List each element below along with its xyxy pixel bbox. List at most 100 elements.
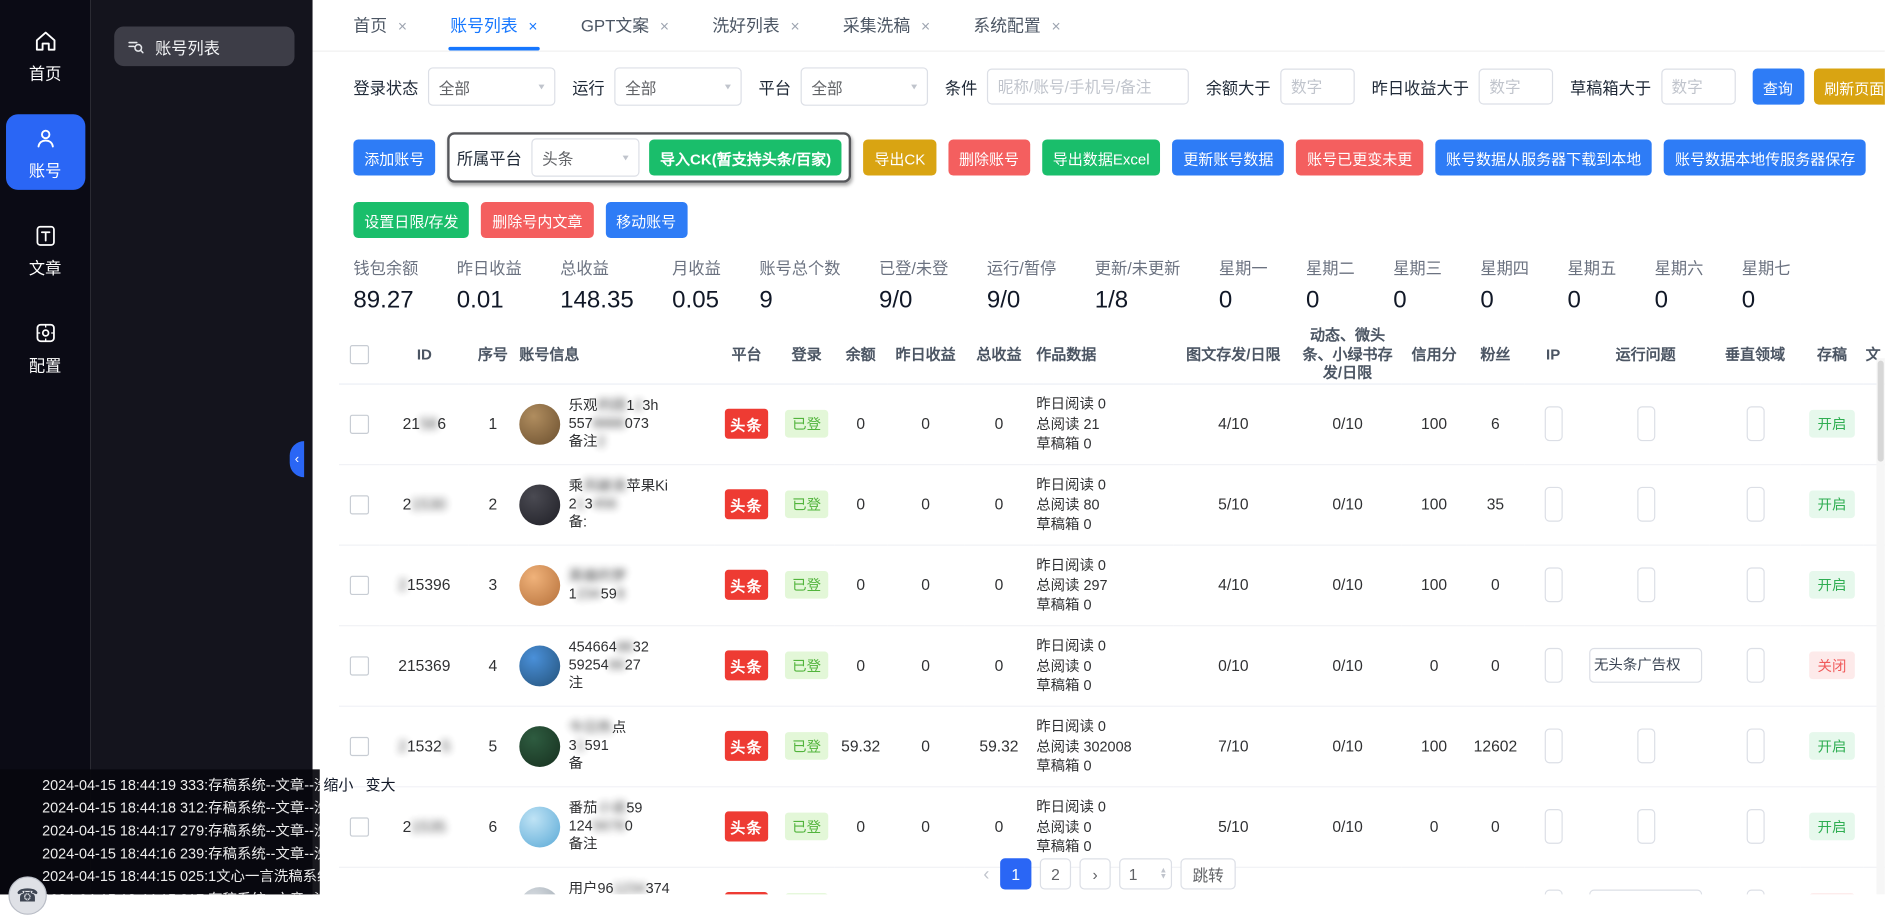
sidebar-item-home[interactable]: 首页 <box>5 17 84 93</box>
account-changed-button[interactable]: 账号已更变未更 <box>1296 139 1423 175</box>
row-checkbox[interactable] <box>350 737 369 756</box>
text-segment: 59254 <box>569 657 609 674</box>
row-checkbox[interactable] <box>350 495 369 514</box>
store-toggle[interactable]: 开启 <box>1809 813 1855 841</box>
store-toggle[interactable]: 关闭 <box>1809 652 1855 680</box>
vertical-field-input[interactable] <box>1746 648 1764 683</box>
store-toggle[interactable]: 开启 <box>1809 491 1855 519</box>
text-segment: 苹果Ki <box>626 478 668 495</box>
tab-gpt-copy[interactable]: GPT文案× <box>581 0 669 50</box>
prev-page-button[interactable]: ‹ <box>981 864 992 884</box>
sidebar: 首页账号文章配置 <box>0 0 90 894</box>
run-issue-input[interactable]: 无头条广告权 <box>1589 648 1702 683</box>
download-from-server-button[interactable]: 账号数据从服务器下载到本地 <box>1435 139 1652 175</box>
account-info: 用户9612343742799876580备注: <box>519 880 711 894</box>
stat-value: 0 <box>1219 287 1268 315</box>
row-checkbox[interactable] <box>350 817 369 836</box>
cell-balance: 0 <box>834 626 887 707</box>
vertical-field-input[interactable] <box>1746 487 1764 522</box>
vertical-field-input[interactable] <box>1746 568 1764 603</box>
platform-select[interactable]: 全部▾ <box>801 67 928 105</box>
upload-to-server-button[interactable]: 账号数据本地传服务器保存 <box>1664 139 1866 175</box>
export-excel-button[interactable]: 导出数据Excel <box>1042 139 1161 175</box>
tab-collect-wash[interactable]: 采集洗稿× <box>843 0 930 50</box>
row-checkbox[interactable] <box>350 415 369 434</box>
text-segment: 1 <box>569 585 577 602</box>
ip-input[interactable] <box>1544 568 1562 603</box>
column-header: 运行问题 <box>1582 327 1709 384</box>
close-icon[interactable]: × <box>660 16 669 34</box>
tab-bar: 首页× 账号列表× GPT文案× 洗好列表× 采集洗稿× 系统配置× <box>313 0 1885 52</box>
float-contact-button[interactable]: ☎ <box>8 876 46 914</box>
log-line: 2024-04-15 18:44:16 239:存稿系统--文章--洗好列表没 <box>42 843 320 866</box>
run-issue-input[interactable] <box>1637 487 1655 522</box>
owner-platform-select[interactable]: 头条▾ <box>531 138 639 176</box>
update-account-data-button[interactable]: 更新账号数据 <box>1172 139 1284 175</box>
run-issue-input[interactable] <box>1637 729 1655 764</box>
scrollbar-thumb[interactable] <box>1878 361 1884 462</box>
draft-gt-input[interactable] <box>1661 69 1736 105</box>
vertical-field-input[interactable] <box>1746 809 1764 844</box>
ip-input[interactable] <box>1544 809 1562 844</box>
import-ck-button[interactable]: 导入CK(暂支持头条/百家) <box>649 139 842 175</box>
sidebar-item-account[interactable]: 账号 <box>5 114 84 190</box>
query-button[interactable]: 查询 <box>1752 69 1804 105</box>
tab-home[interactable]: 首页× <box>353 0 407 50</box>
sidebar-item-config[interactable]: 配置 <box>5 309 84 385</box>
row-checkbox[interactable] <box>350 656 369 675</box>
add-account-button[interactable]: 添加账号 <box>353 139 435 175</box>
page-jump-box[interactable]: 1 ▲▼ <box>1119 858 1172 889</box>
cell-works-data: 昨日阅读 0总阅读 80草稿箱 0 <box>1034 464 1173 545</box>
tab-washed-list[interactable]: 洗好列表× <box>712 0 799 50</box>
refresh-page-button[interactable]: 刷新页面 <box>1813 69 1885 105</box>
delete-account-articles-button[interactable]: 删除号内文章 <box>481 202 593 238</box>
stat-item: 月收益0.05 <box>672 255 721 315</box>
next-page-button[interactable]: › <box>1079 858 1110 889</box>
run-select[interactable]: 全部▾ <box>614 67 741 105</box>
tab-system-config[interactable]: 系统配置× <box>973 0 1060 50</box>
run-issue-input[interactable] <box>1637 407 1655 442</box>
balance-gt-input[interactable] <box>1280 69 1355 105</box>
store-toggle[interactable]: 开启 <box>1809 571 1855 599</box>
set-daily-limit-button[interactable]: 设置日限/存发 <box>353 202 469 238</box>
store-toggle[interactable]: 开启 <box>1809 733 1855 761</box>
stat-item: 昨日收益0.01 <box>457 255 522 315</box>
login-status-label: 登录状态 <box>353 75 418 99</box>
vertical-field-input[interactable] <box>1746 407 1764 442</box>
vertical-scrollbar[interactable] <box>1876 358 1884 894</box>
run-issue-input[interactable] <box>1637 568 1655 603</box>
platform-badge-toutiao: 头条 <box>725 490 767 520</box>
ip-input[interactable] <box>1544 487 1562 522</box>
spinner-icons[interactable]: ▲▼ <box>1160 867 1168 880</box>
sidebar-item-article[interactable]: 文章 <box>5 212 84 288</box>
zoom-in-button[interactable]: 变大 <box>365 772 395 795</box>
condition-input[interactable] <box>987 69 1189 105</box>
ip-input[interactable] <box>1544 407 1562 442</box>
select-all-checkbox[interactable] <box>350 346 369 365</box>
store-toggle[interactable]: 开启 <box>1809 410 1855 438</box>
close-icon[interactable]: × <box>1052 16 1061 34</box>
panel-search[interactable]: 账号列表 <box>114 26 294 66</box>
zoom-out-button[interactable]: 缩小 <box>323 772 353 795</box>
stat-label: 总收益 <box>560 255 634 279</box>
row-checkbox[interactable] <box>350 576 369 595</box>
login-status-select[interactable]: 全部▾ <box>428 67 555 105</box>
panel-collapse-handle[interactable]: ‹ <box>290 441 304 477</box>
close-icon[interactable]: × <box>398 16 407 34</box>
vertical-field-input[interactable] <box>1746 729 1764 764</box>
close-icon[interactable]: × <box>790 16 799 34</box>
text-segment: 215369 <box>398 657 450 675</box>
move-account-button[interactable]: 移动账号 <box>605 202 687 238</box>
close-icon[interactable]: × <box>921 16 930 34</box>
page-button-1[interactable]: 1 <box>1000 858 1031 889</box>
delete-account-button[interactable]: 删除账号 <box>948 139 1030 175</box>
export-ck-button[interactable]: 导出CK <box>864 139 937 175</box>
close-icon[interactable]: × <box>528 16 537 34</box>
yesterday-gt-input[interactable] <box>1479 69 1554 105</box>
run-issue-input[interactable] <box>1637 809 1655 844</box>
ip-input[interactable] <box>1544 729 1562 764</box>
tab-account-list[interactable]: 账号列表× <box>450 0 537 50</box>
jump-button[interactable]: 跳转 <box>1180 858 1235 889</box>
ip-input[interactable] <box>1544 648 1562 683</box>
page-button-2[interactable]: 2 <box>1040 858 1071 889</box>
